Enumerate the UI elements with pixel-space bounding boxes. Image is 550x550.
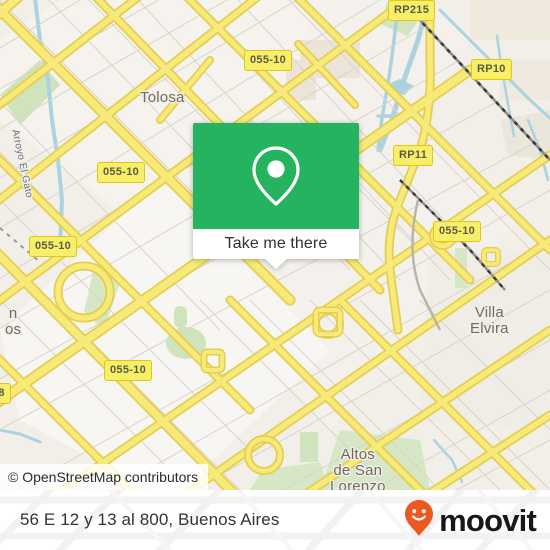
road-shield: RP11 [393, 145, 434, 166]
road-shield: 055-10 [104, 360, 153, 381]
road-shield: RP215 [388, 0, 436, 21]
road-shield: 055-10 [97, 162, 146, 183]
road-shield: 055-10 [433, 221, 482, 242]
bottom-bar: 56 E 12 y 13 al 800, Buenos Aires moovit [0, 490, 550, 550]
address-text: 56 E 12 y 13 al 800, Buenos Aires [20, 510, 280, 529]
moovit-map-screenshot: Tolosa Villa Elvira Altos de San Lorenzo n … [0, 0, 550, 550]
moovit-wordmark: moovit [439, 502, 537, 538]
road-shield: 055-10 [244, 50, 293, 71]
road-shield: RP10 [471, 59, 512, 80]
popup-pointer-tail [264, 258, 288, 269]
destination-popup[interactable]: Take me there [193, 123, 359, 269]
popup-action-bar[interactable]: Take me there [193, 229, 359, 259]
map-canvas[interactable]: Tolosa Villa Elvira Altos de San Lorenzo n … [0, 0, 550, 490]
road-shield: 055-10 [29, 236, 78, 257]
osm-attribution-text: © OpenStreetMap contributors [8, 469, 199, 485]
moovit-pin-icon [404, 499, 434, 542]
address-bar: 56 E 12 y 13 al 800, Buenos Aires [20, 490, 279, 550]
map-pin-icon [248, 145, 304, 207]
osm-attribution[interactable]: © OpenStreetMap contributors [0, 464, 209, 490]
take-me-there-label: Take me there [224, 235, 328, 252]
road-shield: 08 [0, 383, 11, 404]
moovit-logo[interactable]: moovit [404, 490, 537, 550]
popup-image-area [193, 123, 359, 229]
